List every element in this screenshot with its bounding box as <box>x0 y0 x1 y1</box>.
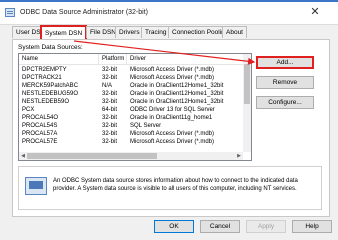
dsn-name: PROCAL54S <box>22 123 58 129</box>
dsn-name: PCX <box>22 107 35 113</box>
dsn-driver: Microsoft Access Driver (*.mdb) <box>130 131 215 137</box>
dsn-platform: 32-bit <box>102 131 118 137</box>
column-header-platform[interactable]: Platform <box>99 54 127 64</box>
dsn-driver: Microsoft Access Driver (*.mdb) <box>130 75 215 81</box>
scroll-left-icon[interactable]: ◀ <box>19 152 27 160</box>
column-header-name[interactable]: Name <box>19 54 99 64</box>
dsn-name: NESTLEDEB59O <box>22 99 70 105</box>
dsn-driver: Oracle in OraClient11g_home1 <box>130 115 213 121</box>
list-item[interactable]: PROCAL54S 32-bit SQL Server <box>19 122 251 130</box>
title-bar: ODBC Data Source Administrator (32-bit) … <box>0 0 338 25</box>
apply-button[interactable]: Apply <box>246 220 286 233</box>
tab-strip: User DSN System DSN File DSN Drivers Tra… <box>12 25 332 40</box>
dsn-name: MERCK59PatchABC <box>22 83 79 89</box>
horizontal-scroll-thumb[interactable] <box>27 153 157 159</box>
configure-button[interactable]: Configure... <box>256 96 314 109</box>
dsn-name: DPCTR2EMPTY <box>22 67 67 73</box>
dsn-driver: ODBC Driver 13 for SQL Server <box>130 107 215 113</box>
data-sources-list[interactable]: Name Platform Driver DPCTR2EMPTY 32-bit … <box>18 53 252 161</box>
tab-system-dsn[interactable]: System DSN <box>40 25 88 39</box>
dsn-platform: 32-bit <box>102 67 118 73</box>
dsn-platform: 32-bit <box>102 123 118 129</box>
dsn-driver: SQL Server <box>130 123 162 129</box>
list-item[interactable]: PCX 64-bit ODBC Driver 13 for SQL Server <box>19 106 251 114</box>
data-source-icon <box>25 177 47 195</box>
dsn-platform: 32-bit <box>102 99 118 105</box>
list-header: Name Platform Driver <box>19 54 251 65</box>
list-item[interactable]: NESTLEDEBUG59O 32-bit Oracle in OraClien… <box>19 90 251 98</box>
dsn-name: DPCTRACK21 <box>22 75 62 81</box>
vertical-scroll-thumb[interactable] <box>244 64 250 104</box>
add-button[interactable]: Add... <box>256 56 314 69</box>
cancel-button[interactable]: Cancel <box>200 220 240 233</box>
list-item[interactable]: DPCTRACK21 32-bit Microsoft Access Drive… <box>19 74 251 82</box>
list-item[interactable]: PROCAL57A 32-bit Microsoft Access Driver… <box>19 130 251 138</box>
column-header-driver[interactable]: Driver <box>127 54 243 64</box>
list-item[interactable]: PROCAL57E 32-bit Microsoft Access Driver… <box>19 138 251 146</box>
dsn-name: PROCAL57E <box>22 139 58 145</box>
dsn-driver: Oracle in OraClient12Home1_32bit <box>130 99 224 105</box>
remove-button[interactable]: Remove <box>256 76 314 89</box>
list-item[interactable]: PROCAL54O 32-bit Oracle in OraClient11g_… <box>19 114 251 122</box>
dsn-platform: 32-bit <box>102 139 118 145</box>
accent-strip <box>0 0 338 2</box>
dsn-platform: 32-bit <box>102 91 118 97</box>
list-item[interactable]: MERCK59PatchABC N/A Oracle in OraClient1… <box>19 82 251 90</box>
help-button[interactable]: Help <box>292 220 332 233</box>
vertical-scrollbar[interactable] <box>243 54 251 152</box>
system-data-sources-label: System Data Sources: <box>18 44 83 51</box>
list-item[interactable]: DPCTR2EMPTY 32-bit Microsoft Access Driv… <box>19 66 251 74</box>
window-title: ODBC Data Source Administrator (32-bit) <box>20 9 148 16</box>
dsn-driver: Oracle in OraClient12Home1_32bit <box>130 91 224 97</box>
dsn-platform: 32-bit <box>102 75 118 81</box>
dsn-platform: 32-bit <box>102 115 118 121</box>
scroll-right-icon[interactable]: ▶ <box>235 152 243 160</box>
horizontal-scrollbar[interactable]: ◀ ▶ <box>19 152 243 160</box>
ok-button[interactable]: OK <box>154 220 194 233</box>
tab-tracing[interactable]: Tracing <box>141 26 171 38</box>
close-icon[interactable]: ✕ <box>308 6 322 18</box>
info-box: An ODBC System data source stores inform… <box>18 166 322 210</box>
dsn-name: NESTLEDEBUG59O <box>22 91 79 97</box>
info-description: An ODBC System data source stores inform… <box>53 178 298 192</box>
list-item[interactable]: NESTLEDEB59O 32-bit Oracle in OraClient1… <box>19 98 251 106</box>
odbc-app-icon <box>5 8 15 17</box>
dsn-driver: Microsoft Access Driver (*.mdb) <box>130 139 215 145</box>
dsn-driver: Microsoft Access Driver (*.mdb) <box>130 67 215 73</box>
tab-drivers[interactable]: Drivers <box>115 26 144 38</box>
dsn-platform: N/A <box>102 83 113 89</box>
tab-about[interactable]: About <box>222 26 247 38</box>
dsn-platform: 64-bit <box>102 107 118 113</box>
dsn-driver: Oracle in OraClient12Home1_32bit <box>130 83 224 89</box>
dsn-name: PROCAL54O <box>22 115 59 121</box>
dsn-name: PROCAL57A <box>22 131 58 137</box>
